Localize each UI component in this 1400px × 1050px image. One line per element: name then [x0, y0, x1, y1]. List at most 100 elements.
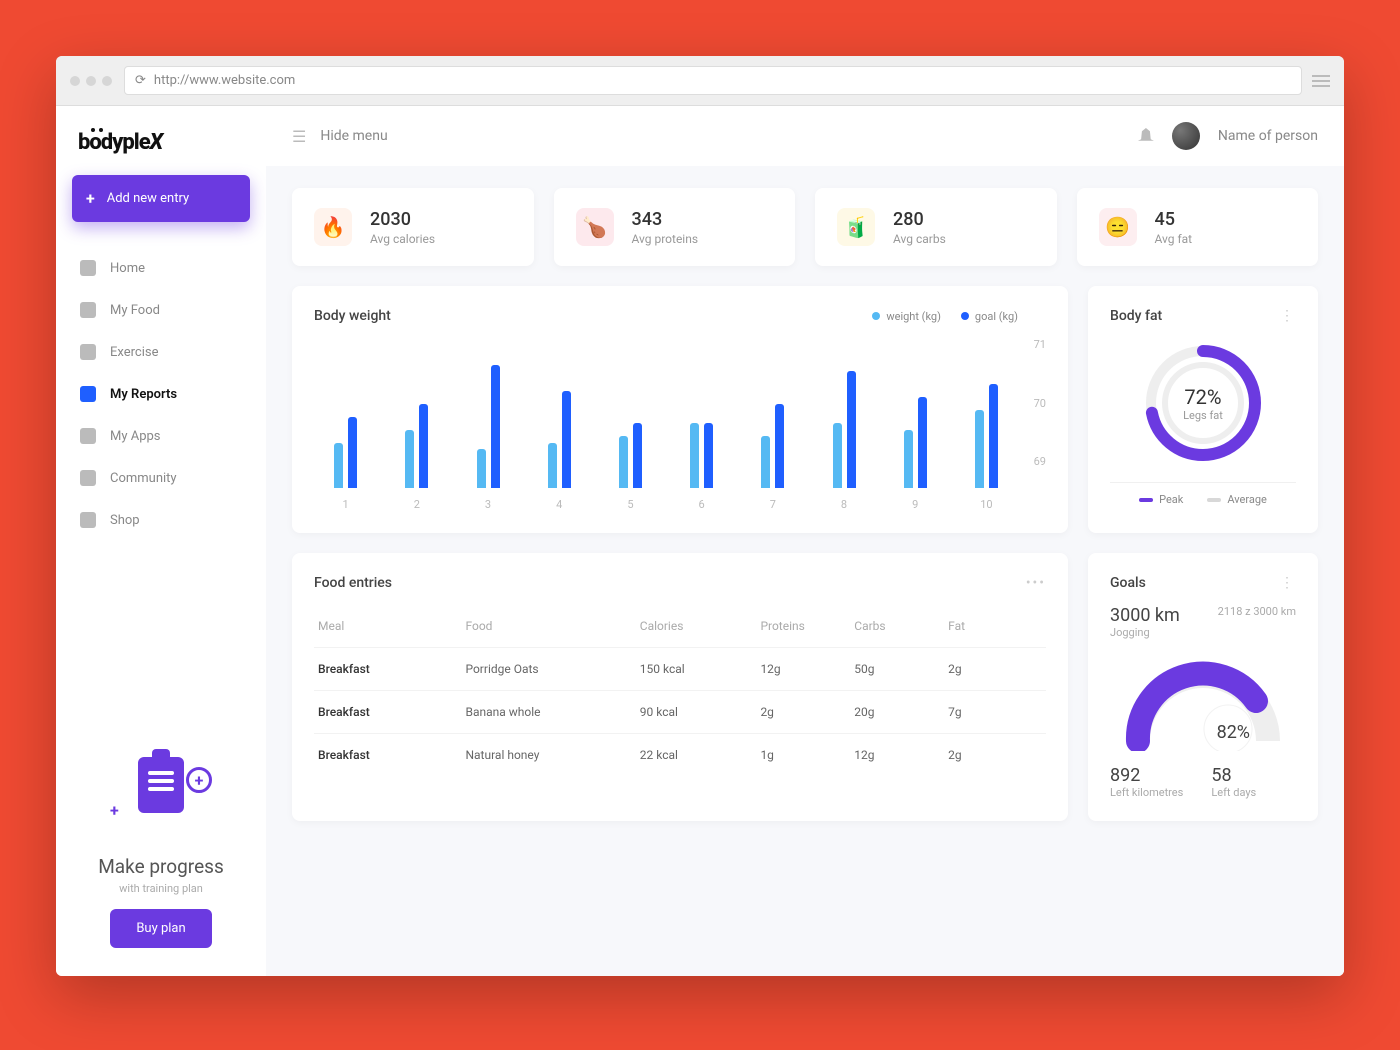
bar [419, 404, 428, 489]
browser-window: ⟳ http://www.website.com bodypleX + Add … [56, 56, 1344, 976]
bar-group [747, 404, 798, 489]
bar [989, 384, 998, 488]
cell-meal: Breakfast [318, 662, 465, 676]
url-bar[interactable]: ⟳ http://www.website.com [124, 66, 1302, 95]
add-entry-button[interactable]: + Add new entry [72, 175, 250, 222]
maximize-dot-icon[interactable] [102, 76, 112, 86]
x-tick: 2 [391, 498, 442, 511]
left-km: 892 [1110, 765, 1183, 786]
bar [904, 430, 913, 489]
cell-meal: Breakfast [318, 705, 465, 719]
bar-group [462, 365, 513, 489]
body-fat-label: Legs fat [1183, 409, 1223, 422]
table-row[interactable]: BreakfastBanana whole90 kcal2g20g7g [314, 690, 1046, 733]
sidebar-item-home[interactable]: Home [72, 250, 250, 286]
x-tick: 9 [890, 498, 941, 511]
bell-icon[interactable] [1138, 128, 1154, 144]
cell-calories: 150 kcal [640, 662, 761, 676]
bar-group [961, 384, 1012, 488]
apps-icon [80, 428, 96, 444]
sidebar-item-my-food[interactable]: My Food [72, 292, 250, 328]
browser-menu-icon[interactable] [1312, 75, 1330, 87]
nav-label: Shop [110, 513, 140, 528]
stat-label: Avg carbs [893, 232, 946, 246]
hide-menu-label[interactable]: Hide menu [320, 128, 387, 144]
stat-icon: 🍗 [576, 208, 614, 246]
stats-row: 🔥2030Avg calories🍗343Avg proteins🧃280Avg… [292, 188, 1318, 266]
stat-label: Avg calories [370, 232, 435, 246]
more-icon[interactable]: ⋮ [1280, 575, 1296, 591]
cell-calories: 90 kcal [640, 705, 761, 719]
sidebar-item-community[interactable]: Community [72, 460, 250, 496]
y-tick: 71 [1034, 338, 1046, 351]
body-fat-card: Body fat ⋮ 72% Legs fat [1088, 286, 1318, 533]
left-days: 58 [1211, 765, 1256, 786]
reload-icon[interactable]: ⟳ [135, 73, 146, 88]
legend-item: Peak [1139, 493, 1183, 506]
food-icon [80, 302, 96, 318]
user-name[interactable]: Name of person [1218, 128, 1318, 144]
food-entries-title: Food entries [314, 575, 392, 591]
bar [548, 443, 557, 489]
promo-illustration: + + [76, 757, 246, 847]
more-icon[interactable]: ••• [1026, 575, 1046, 591]
bar [633, 423, 642, 488]
nav-label: Home [110, 261, 145, 276]
cell-carbs: 20g [854, 705, 948, 719]
sidebar-item-shop[interactable]: Shop [72, 502, 250, 538]
avatar[interactable] [1172, 122, 1200, 150]
minimize-dot-icon[interactable] [86, 76, 96, 86]
sidebar: bodypleX + Add new entry Home My Food Exer… [56, 106, 266, 976]
body-weight-chart: 717069 [314, 338, 1018, 488]
stat-avg-carbs: 🧃280Avg carbs [815, 188, 1057, 266]
cell-carbs: 12g [854, 748, 948, 762]
legend-item: Average [1207, 493, 1267, 506]
close-dot-icon[interactable] [70, 76, 80, 86]
table-row[interactable]: BreakfastPorridge Oats150 kcal12g50g2g [314, 647, 1046, 690]
table-row[interactable]: BreakfastNatural honey22 kcal1g12g2g [314, 733, 1046, 776]
menu-toggle-icon[interactable]: ☰ [292, 127, 306, 146]
stat-avg-fat: 😑45Avg fat [1077, 188, 1319, 266]
goals-gauge: 82% [1118, 651, 1288, 751]
clipboard-icon [138, 757, 184, 813]
sidebar-item-exercise[interactable]: Exercise [72, 334, 250, 370]
promo-card: + + Make progress with training plan Buy… [72, 733, 250, 956]
legend-item: goal (kg) [961, 310, 1018, 323]
nav-label: Community [110, 471, 177, 486]
plus-badge-icon: + [186, 767, 212, 793]
sidebar-item-my-reports[interactable]: My Reports [72, 376, 250, 412]
food-table-header: MealFoodCaloriesProteinsCarbsFat [314, 605, 1046, 647]
bar [775, 404, 784, 489]
x-tick: 3 [462, 498, 513, 511]
topbar: ☰ Hide menu Name of person [266, 106, 1344, 166]
goals-percent: 82% [1217, 722, 1250, 743]
url-text: http://www.website.com [154, 73, 295, 88]
x-tick: 10 [961, 498, 1012, 511]
promo-title: Make progress [76, 855, 246, 878]
table-header: Fat [948, 619, 1042, 633]
buy-plan-button[interactable]: Buy plan [110, 909, 211, 948]
chart-x-axis: 12345678910 [314, 498, 1018, 511]
cell-calories: 22 kcal [640, 748, 761, 762]
table-header: Calories [640, 619, 761, 633]
primary-nav: Home My Food Exercise My Reports My Apps Comm… [72, 250, 250, 538]
body-weight-legend: weight (kg)goal (kg) [872, 310, 1018, 323]
stat-icon: 😑 [1099, 208, 1137, 246]
bar-group [818, 371, 869, 488]
add-entry-label: Add new entry [107, 191, 189, 206]
cell-meal: Breakfast [318, 748, 465, 762]
x-tick: 7 [747, 498, 798, 511]
sidebar-item-my-apps[interactable]: My Apps [72, 418, 250, 454]
more-icon[interactable]: ⋮ [1280, 308, 1296, 324]
y-tick: 70 [1034, 397, 1046, 410]
cell-fat: 7g [948, 705, 1042, 719]
body-fat-donut: 72% Legs fat [1138, 338, 1268, 468]
table-header: Carbs [854, 619, 948, 633]
brand-logo[interactable]: bodypleX [72, 126, 250, 175]
bar-group [534, 391, 585, 489]
bar-group [391, 404, 442, 489]
bar [619, 436, 628, 488]
cell-fat: 2g [948, 748, 1042, 762]
exercise-icon [80, 344, 96, 360]
window-controls[interactable] [70, 76, 112, 86]
